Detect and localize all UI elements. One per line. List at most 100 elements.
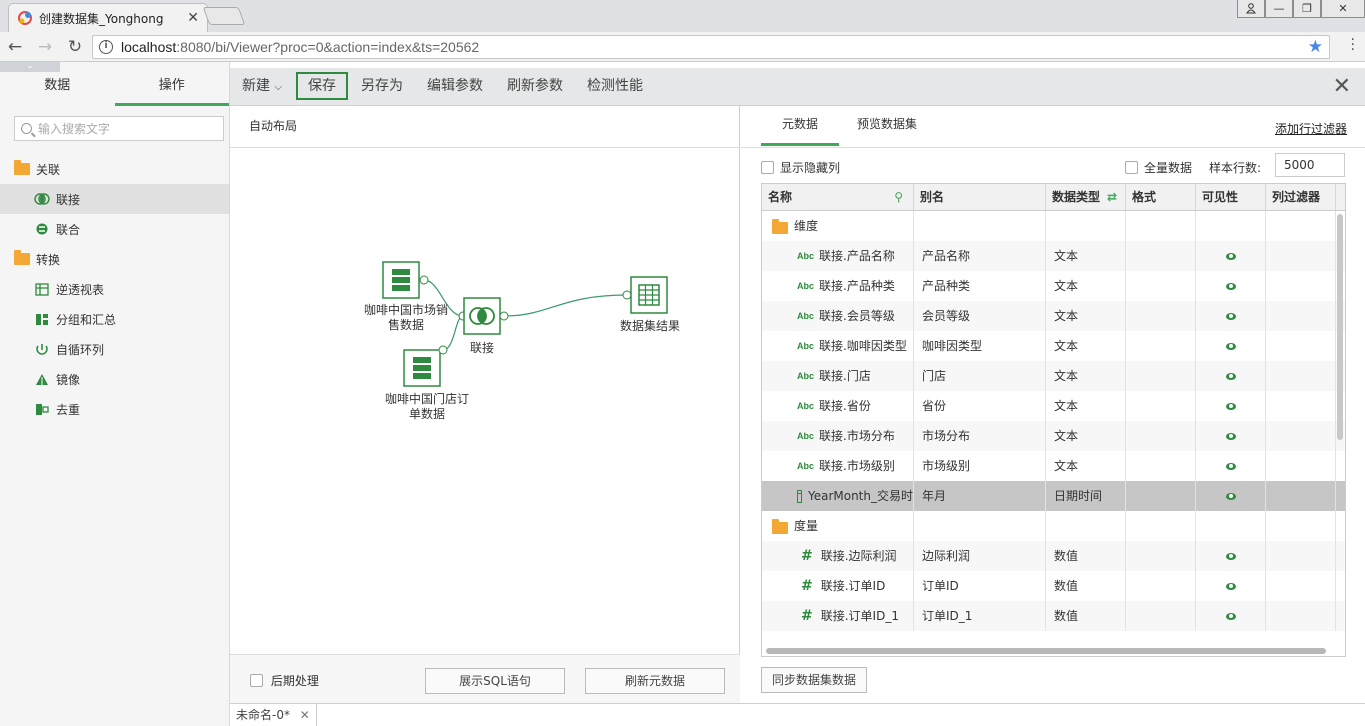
table-row[interactable]: # 联接.订单ID 订单ID 数值 xyxy=(762,571,1345,601)
tab-preview-dataset[interactable]: 预览数据集 xyxy=(849,116,925,146)
eye-icon[interactable] xyxy=(1225,582,1236,590)
new-tab-button[interactable] xyxy=(202,7,246,25)
cell-format[interactable] xyxy=(1126,331,1196,361)
tab-data[interactable]: 数据 xyxy=(0,70,115,106)
tree-item-unpivot[interactable]: 逆透视表 xyxy=(0,274,229,304)
cell-format[interactable] xyxy=(1126,571,1196,601)
restore-icon[interactable]: ❐ xyxy=(1293,0,1321,18)
table-row[interactable]: Abc 联接.省份 省份 文本 xyxy=(762,391,1345,421)
column-header-name[interactable]: 名称 ⚲ xyxy=(762,184,914,210)
eye-icon[interactable] xyxy=(1225,312,1236,320)
tree-item-dedupe[interactable]: 去重 xyxy=(0,394,229,424)
cell-format[interactable] xyxy=(1126,271,1196,301)
add-row-filter-link[interactable]: 添加行过滤器 xyxy=(1275,120,1347,137)
cell-visibility[interactable] xyxy=(1196,511,1266,541)
cell-datatype[interactable]: 数值 xyxy=(1046,541,1126,571)
cell-format[interactable] xyxy=(1126,601,1196,631)
cell-datatype[interactable]: 文本 xyxy=(1046,241,1126,271)
sample-rows-input[interactable]: 5000 xyxy=(1275,153,1345,177)
checkbox[interactable] xyxy=(1125,161,1138,174)
table-row[interactable]: # 联接.订单ID_1 订单ID_1 数值 xyxy=(762,601,1345,631)
search-icon[interactable]: ⚲ xyxy=(894,184,903,210)
cell-visibility[interactable] xyxy=(1196,601,1266,631)
result-node[interactable] xyxy=(622,276,668,314)
table-row[interactable]: Abc 联接.市场分布 市场分布 文本 xyxy=(762,421,1345,451)
table-row[interactable]: Abc 联接.市场级别 市场级别 文本 xyxy=(762,451,1345,481)
eye-icon[interactable] xyxy=(1225,372,1236,380)
cell-alias[interactable]: 订单ID_1 xyxy=(914,601,1046,631)
cell-visibility[interactable] xyxy=(1196,331,1266,361)
cell-datatype[interactable]: 日期时间 xyxy=(1046,481,1126,511)
cell-visibility[interactable] xyxy=(1196,361,1266,391)
document-tab[interactable]: 未命名-0* ✕ xyxy=(230,704,317,726)
cell-format[interactable] xyxy=(1126,481,1196,511)
cell-alias[interactable]: 边际利润 xyxy=(914,541,1046,571)
checkbox[interactable] xyxy=(250,674,263,687)
join-node[interactable] xyxy=(458,297,509,335)
table-row[interactable]: YearMonth_交易时 年月 日期时间 xyxy=(762,481,1345,511)
cell-format[interactable] xyxy=(1126,421,1196,451)
cell-visibility[interactable] xyxy=(1196,451,1266,481)
cell-column-filter[interactable] xyxy=(1266,541,1336,571)
cell-visibility[interactable] xyxy=(1196,241,1266,271)
close-tab-icon[interactable]: ✕ xyxy=(187,10,199,26)
cell-format[interactable] xyxy=(1126,451,1196,481)
eye-icon[interactable] xyxy=(1225,282,1236,290)
cell-alias[interactable]: 会员等级 xyxy=(914,301,1046,331)
cell-visibility[interactable] xyxy=(1196,271,1266,301)
vertical-scrollbar[interactable] xyxy=(1337,214,1343,440)
forward-icon[interactable]: → xyxy=(30,37,60,57)
tree-item-self-loop[interactable]: 自循环列 xyxy=(0,334,229,364)
cell-visibility[interactable] xyxy=(1196,571,1266,601)
table-row[interactable]: Abc 联接.咖啡因类型 咖啡因类型 文本 xyxy=(762,331,1345,361)
reload-icon[interactable]: ↻ xyxy=(60,37,90,57)
cell-datatype[interactable]: 数值 xyxy=(1046,571,1126,601)
cell-visibility[interactable] xyxy=(1196,541,1266,571)
cell-alias[interactable]: 产品名称 xyxy=(914,241,1046,271)
eye-icon[interactable] xyxy=(1225,402,1236,410)
eye-icon[interactable] xyxy=(1225,552,1236,560)
cell-column-filter[interactable] xyxy=(1266,511,1336,541)
column-header-alias[interactable]: 别名 xyxy=(914,184,1046,210)
tree-item-mirror[interactable]: 镜像 xyxy=(0,364,229,394)
cell-alias[interactable]: 咖啡因类型 xyxy=(914,331,1046,361)
column-header-visibility[interactable]: 可见性 xyxy=(1196,184,1266,210)
tree-item-group-summary[interactable]: 分组和汇总 xyxy=(0,304,229,334)
minimize-icon[interactable]: — xyxy=(1265,0,1293,18)
cell-column-filter[interactable] xyxy=(1266,331,1336,361)
cell-column-filter[interactable] xyxy=(1266,271,1336,301)
save-button[interactable]: 保存 xyxy=(296,72,348,100)
cell-datatype[interactable]: 文本 xyxy=(1046,331,1126,361)
cell-datatype[interactable]: 文本 xyxy=(1046,301,1126,331)
cell-alias[interactable]: 市场级别 xyxy=(914,451,1046,481)
datasource-node-2[interactable] xyxy=(403,345,448,387)
cell-column-filter[interactable] xyxy=(1266,481,1336,511)
cell-format[interactable] xyxy=(1126,541,1196,571)
bookmark-star-icon[interactable]: ★ xyxy=(1308,37,1323,57)
cell-format[interactable] xyxy=(1126,211,1196,241)
cell-alias[interactable]: 省份 xyxy=(914,391,1046,421)
eye-icon[interactable] xyxy=(1225,432,1236,440)
cell-datatype[interactable] xyxy=(1046,211,1126,241)
cell-datatype[interactable]: 数值 xyxy=(1046,601,1126,631)
datasource-node-1[interactable] xyxy=(382,261,429,299)
cell-alias[interactable] xyxy=(914,511,1046,541)
cell-alias[interactable] xyxy=(914,211,1046,241)
cell-visibility[interactable] xyxy=(1196,421,1266,451)
edit-params-button[interactable]: 编辑参数 xyxy=(427,72,483,100)
cell-format[interactable] xyxy=(1126,361,1196,391)
cell-column-filter[interactable] xyxy=(1266,361,1336,391)
cell-column-filter[interactable] xyxy=(1266,571,1336,601)
url-input[interactable]: i localhost:8080/bi/Viewer?proc=0&action… xyxy=(92,35,1330,59)
back-icon[interactable]: ← xyxy=(0,37,30,57)
cell-column-filter[interactable] xyxy=(1266,391,1336,421)
new-button[interactable]: 新建 ⌵ xyxy=(242,72,282,100)
cell-alias[interactable]: 年月 xyxy=(914,481,1046,511)
cell-column-filter[interactable] xyxy=(1266,451,1336,481)
cell-visibility[interactable] xyxy=(1196,211,1266,241)
cell-visibility[interactable] xyxy=(1196,481,1266,511)
info-icon[interactable]: i xyxy=(99,40,113,54)
cell-format[interactable] xyxy=(1126,511,1196,541)
cell-datatype[interactable]: 文本 xyxy=(1046,451,1126,481)
browser-menu-icon[interactable]: · · · xyxy=(1351,33,1355,57)
